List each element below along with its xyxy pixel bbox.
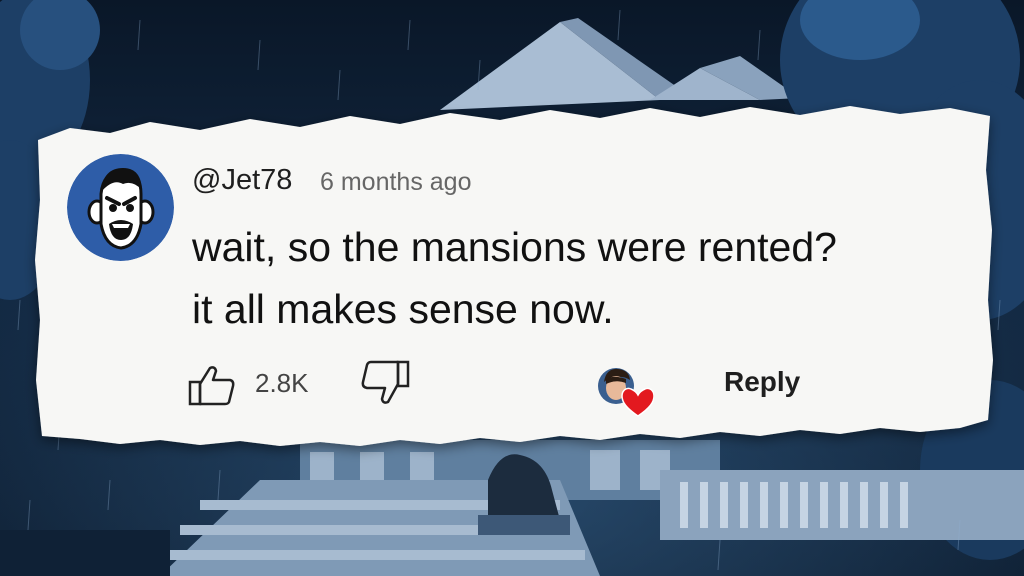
thumbs-down-icon[interactable] (356, 360, 412, 406)
like-count: 2.8K (255, 368, 309, 398)
reply-button[interactable]: Reply (724, 366, 800, 398)
author-avatar[interactable] (67, 154, 174, 261)
comment-timestamp[interactable]: 6 months ago (320, 168, 472, 197)
comment-text-line: it all makes sense now. (192, 286, 614, 332)
heart-icon (596, 364, 655, 418)
comment-author[interactable]: @Jet78 (192, 164, 292, 197)
thumbs-up-icon[interactable] (188, 364, 236, 406)
comment-text-line: wait, so the mansions were rented? (192, 224, 837, 270)
